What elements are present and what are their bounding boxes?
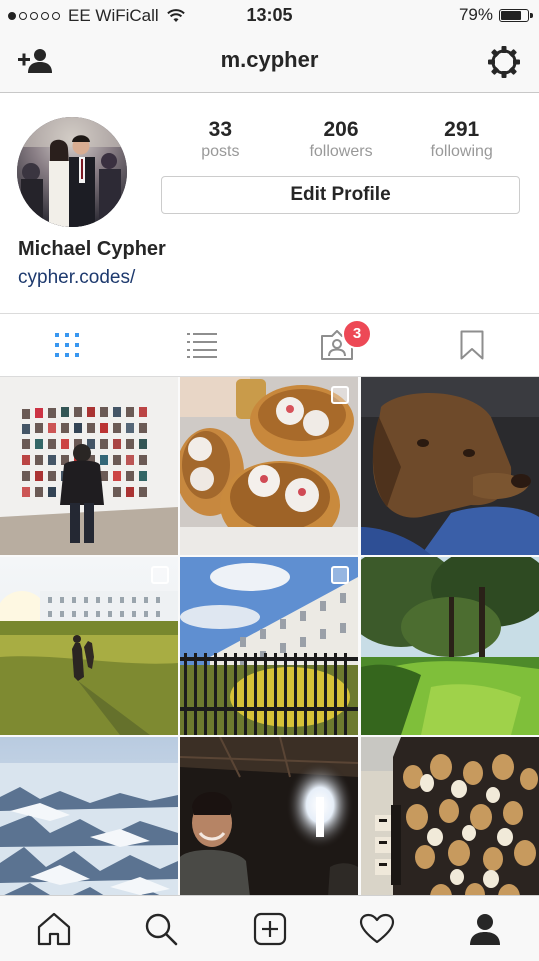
photo-terrace-railings (180, 557, 358, 735)
photo-sunlit-trees (361, 557, 539, 735)
followers-stat[interactable]: 206 followers (281, 117, 402, 161)
multiple-photos-icon (331, 566, 349, 584)
status-bar: EE WiFiCall 13:05 79% (0, 0, 539, 32)
search-tab[interactable] (107, 896, 214, 961)
nav-bar: m.cypher (0, 32, 539, 93)
profile-stats: 33 posts 206 followers 291 following (160, 117, 522, 161)
photo-tile[interactable] (0, 377, 178, 555)
battery-icon (499, 8, 533, 22)
bottom-tab-bar (0, 895, 539, 961)
photo-tile[interactable] (361, 377, 539, 555)
photo-tile[interactable] (180, 377, 358, 555)
multiple-photos-icon (331, 386, 349, 404)
following-stat[interactable]: 291 following (401, 117, 522, 161)
photo-tile[interactable] (361, 737, 539, 915)
posts-stat[interactable]: 33 posts (160, 117, 281, 161)
following-label: following (430, 143, 493, 160)
photo-grid (0, 377, 539, 915)
multiple-photos-icon (151, 566, 169, 584)
tab-grid[interactable] (0, 314, 134, 376)
heart-icon (359, 913, 394, 943)
status-right: 79% (458, 5, 533, 25)
home-tab[interactable] (0, 896, 107, 961)
new-post-tab[interactable] (216, 896, 323, 961)
avatar[interactable] (17, 117, 127, 227)
bookmark-icon (460, 330, 484, 360)
search-icon (145, 913, 177, 945)
profile-header: 33 posts 206 followers 291 following Edi… (0, 93, 539, 314)
posts-count: 33 (208, 118, 233, 141)
battery-percent: 79% (458, 5, 493, 24)
following-count: 291 (444, 118, 480, 141)
photo-dog-mural (361, 737, 539, 915)
gear-icon (488, 46, 520, 78)
photo-gallery-wall (0, 377, 178, 555)
photo-dog (361, 377, 539, 555)
edit-profile-button[interactable]: Edit Profile (161, 176, 520, 214)
tagged-badge: 3 (342, 319, 372, 349)
full-name: Michael Cypher (18, 238, 166, 260)
photo-dim-sum (180, 377, 358, 555)
photo-tile[interactable] (0, 557, 178, 735)
profile-tabs: 3 (0, 314, 539, 377)
avatar-photo (17, 117, 127, 227)
photo-tile[interactable] (361, 557, 539, 735)
photo-park-sunset (0, 557, 178, 735)
tab-tagged[interactable]: 3 (270, 314, 404, 376)
posts-label: posts (201, 143, 240, 160)
photo-man-dark-room (180, 737, 358, 915)
person-icon (469, 913, 500, 945)
photo-tile[interactable] (180, 737, 358, 915)
photo-tile[interactable] (0, 737, 178, 915)
plus-square-icon (253, 912, 286, 945)
photo-tile[interactable] (180, 557, 358, 735)
home-icon (37, 912, 70, 945)
activity-tab[interactable] (323, 896, 430, 961)
website-link[interactable]: cypher.codes/ (18, 267, 135, 289)
photo-aerial-mountains (0, 737, 178, 915)
list-icon (187, 333, 217, 358)
tab-saved[interactable] (405, 314, 539, 376)
followers-count: 206 (323, 118, 359, 141)
username-title: m.cypher (220, 47, 319, 72)
grid-icon (55, 333, 79, 357)
profile-tab[interactable] (431, 896, 538, 961)
settings-button[interactable] (487, 45, 521, 79)
followers-label: followers (309, 143, 373, 160)
tab-list[interactable] (135, 314, 269, 376)
